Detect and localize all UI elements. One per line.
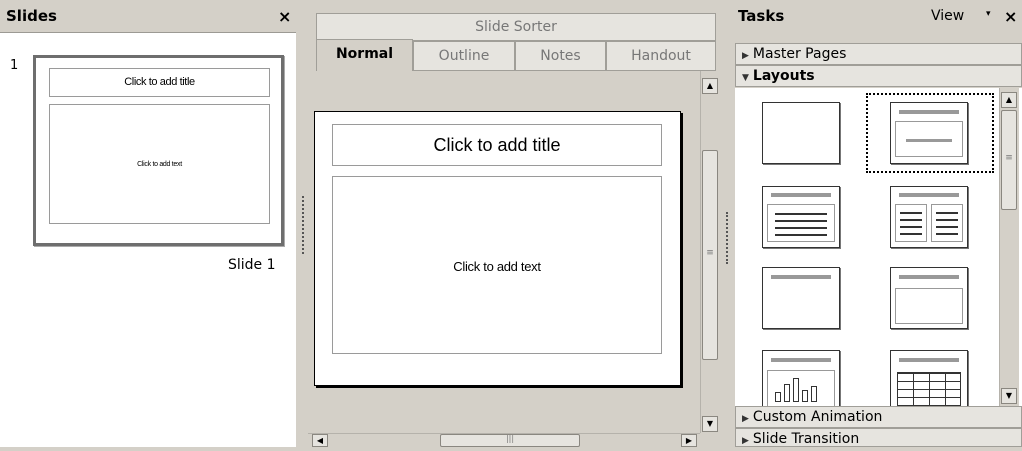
section-label: Slide Transition xyxy=(752,431,860,447)
expand-arrow-icon: ▶ xyxy=(742,414,749,424)
layout-title-bar xyxy=(899,275,959,279)
layout-blank[interactable] xyxy=(762,102,840,164)
scroll-left-icon[interactable]: ◀ xyxy=(312,434,328,447)
expand-arrow-icon: ▶ xyxy=(742,51,749,61)
tasks-pane-close-icon[interactable]: × xyxy=(1004,7,1017,26)
right-splitter-grip[interactable] xyxy=(726,212,728,264)
layout-right-lines xyxy=(936,209,958,237)
layout-title-bar xyxy=(899,358,959,362)
grip-icon: ≡ xyxy=(1005,153,1013,163)
chart-bar xyxy=(793,378,799,402)
slide-label: Slide 1 xyxy=(228,257,276,273)
scroll-down-icon[interactable]: ▼ xyxy=(702,416,718,432)
layout-center-line xyxy=(906,139,952,142)
chart-bar xyxy=(784,384,790,402)
slide-number: 1 xyxy=(10,58,19,73)
tab-handout[interactable]: Handout xyxy=(606,41,716,71)
collapse-arrow-icon: ▼ xyxy=(742,73,749,83)
chart-bar xyxy=(775,392,781,402)
scroll-up-icon[interactable]: ▲ xyxy=(702,78,718,94)
slides-pane-title: Slides xyxy=(6,7,57,25)
tasks-view-menu[interactable]: View xyxy=(931,8,964,24)
title-placeholder[interactable]: Click to add title xyxy=(332,124,662,166)
chart-bar xyxy=(811,386,817,402)
horizontal-grip-icon: ||| xyxy=(505,434,515,443)
thumbnail-title-placeholder: Click to add title xyxy=(49,68,270,97)
layout-title-bar xyxy=(899,110,959,114)
section-master-pages[interactable]: ▶ Master Pages xyxy=(735,43,1022,65)
section-slide-transition[interactable]: ▶ Slide Transition xyxy=(735,428,1022,447)
layout-title-bar xyxy=(771,358,831,362)
layout-title-bar xyxy=(899,193,959,197)
layout-bullet-lines xyxy=(775,210,827,238)
tab-notes[interactable]: Notes xyxy=(515,41,606,71)
chevron-down-icon[interactable]: ▾ xyxy=(986,9,991,19)
body-placeholder[interactable]: Click to add text xyxy=(332,176,662,354)
layouts-scroll-up-icon[interactable]: ▲ xyxy=(1001,92,1017,108)
section-label: Master Pages xyxy=(752,46,847,62)
tab-slide-sorter[interactable]: Slide Sorter xyxy=(316,13,716,41)
layout-table-grid xyxy=(897,372,961,406)
expand-arrow-icon: ▶ xyxy=(742,436,749,446)
thumbnail-body-placeholder: Click to add text xyxy=(49,104,270,224)
tab-normal[interactable]: Normal xyxy=(316,39,413,71)
section-label: Custom Animation xyxy=(752,409,883,425)
layouts-scroll-down-icon[interactable]: ▼ xyxy=(1001,388,1017,404)
section-layouts[interactable]: ▼ Layouts xyxy=(735,65,1022,87)
scroll-right-icon[interactable]: ▶ xyxy=(681,434,697,447)
layout-content-box xyxy=(895,288,963,324)
left-splitter-grip[interactable] xyxy=(302,196,304,254)
slides-pane-close-icon[interactable]: × xyxy=(278,7,291,26)
layout-title-bar xyxy=(771,275,831,279)
tasks-pane-title: Tasks xyxy=(738,7,785,25)
section-custom-animation[interactable]: ▶ Custom Animation xyxy=(735,406,1022,428)
section-label: Layouts xyxy=(752,68,815,84)
chart-bar xyxy=(802,390,808,402)
layout-title-bar xyxy=(771,193,831,197)
tab-outline[interactable]: Outline xyxy=(413,41,515,71)
layout-left-lines xyxy=(900,209,922,237)
grip-icon: ≡ xyxy=(706,248,714,258)
